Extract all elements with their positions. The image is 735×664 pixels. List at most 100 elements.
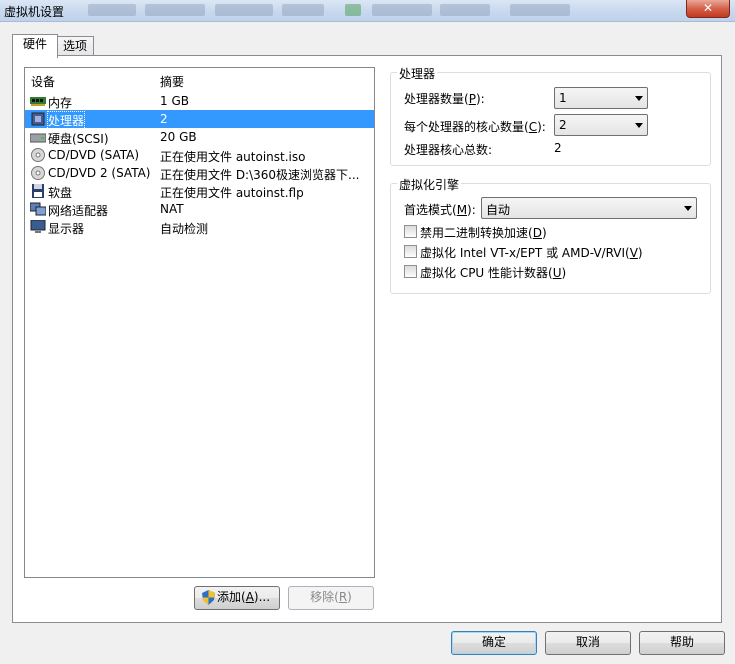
chevron-down-icon	[635, 96, 643, 101]
background-taskbar-blur	[345, 4, 361, 16]
help-button[interactable]: 帮助	[639, 631, 725, 655]
device-name: 内存	[48, 96, 73, 110]
processor-count-label: 处理器数量(P):	[404, 90, 485, 107]
processor-count-select[interactable]: 1	[554, 87, 648, 109]
device-name: 显示器	[48, 222, 85, 236]
chevron-down-icon	[635, 123, 643, 128]
option-label-text: 虚拟化 CPU 性能计数器(	[420, 266, 553, 280]
cores-per-processor-label-text: 每个处理器的核心数量(	[404, 120, 529, 134]
remove-label: 移除(R)	[310, 590, 352, 604]
add-label-suffix: )...	[253, 590, 271, 604]
background-taskbar-blur	[510, 4, 570, 16]
virtualize-cpu-counters-checkbox[interactable]	[404, 265, 417, 278]
background-taskbar-blur	[145, 4, 205, 16]
title-bar: 虚拟机设置 ✕	[0, 0, 735, 22]
total-cores-value: 2	[554, 141, 562, 155]
option-label-suffix: )	[561, 266, 567, 280]
background-taskbar-blur	[440, 4, 490, 16]
column-header-device[interactable]: 设备	[31, 73, 55, 90]
memory-icon	[30, 97, 46, 106]
cores-accel-key: C	[528, 120, 538, 134]
cores-per-processor-label: 每个处理器的核心数量(C):	[404, 118, 546, 135]
close-button[interactable]: ✕	[686, 0, 730, 18]
add-label: 添加(A)...	[217, 587, 270, 608]
device-list[interactable]: 设备 摘要 内存 1 GB 处理器 2 硬盘(SCSI) 20 GB CD/DV…	[24, 67, 375, 578]
cores-per-processor-label-suffix: ):	[537, 120, 546, 134]
device-summary: 正在使用文件 autoinst.flp	[160, 186, 304, 200]
remove-label-text: 移除(	[310, 590, 339, 604]
window-title: 虚拟机设置	[4, 5, 65, 19]
device-name: 硬盘(SCSI)	[48, 132, 109, 146]
background-taskbar-blur	[88, 4, 136, 16]
device-name: 网络适配器	[48, 204, 109, 218]
cd-dvd-icon	[31, 166, 45, 180]
device-list-header: 设备 摘要	[25, 68, 374, 90]
device-name: 软盘	[48, 186, 73, 200]
device-summary: 正在使用文件 D:\360极速浏览器下...	[160, 168, 360, 182]
device-row-memory[interactable]: 内存 1 GB	[25, 92, 374, 110]
virtualize-cpu-counters-label[interactable]: 虚拟化 CPU 性能计数器(U)	[420, 264, 566, 281]
floppy-icon	[32, 184, 44, 198]
virtualize-vtx-label[interactable]: 虚拟化 Intel VT-x/EPT 或 AMD-V/RVI(V)	[420, 244, 643, 261]
processor-group-title: 处理器	[397, 65, 438, 82]
device-name: CD/DVD 2 (SATA)	[48, 166, 151, 180]
tab-options[interactable]: 选项	[56, 36, 94, 57]
preferred-mode-value: 自动	[486, 203, 511, 217]
device-summary: 正在使用文件 autoinst.iso	[160, 150, 306, 164]
processor-count-accel-key: P	[468, 92, 476, 106]
tab-hardware[interactable]: 硬件	[12, 34, 58, 58]
device-summary: NAT	[160, 202, 184, 216]
device-name: 处理器	[46, 111, 86, 130]
preferred-mode-accel-key: M	[456, 203, 468, 217]
device-summary: 20 GB	[160, 130, 197, 144]
virtualization-engine-group-title: 虚拟化引擎	[397, 176, 462, 193]
device-row-cd-dvd[interactable]: CD/DVD (SATA) 正在使用文件 autoinst.iso	[25, 146, 374, 164]
add-label-text: 添加(	[217, 590, 246, 604]
display-icon	[30, 220, 46, 233]
device-row-display[interactable]: 显示器 自动检测	[25, 218, 374, 236]
device-row-network-adapter[interactable]: 网络适配器 NAT	[25, 200, 374, 218]
option-label-suffix: )	[637, 246, 643, 260]
preferred-mode-label: 首选模式(M):	[404, 201, 476, 218]
remove-label-suffix: )	[347, 590, 352, 604]
chevron-down-icon	[684, 206, 692, 211]
shield-icon	[202, 590, 215, 605]
device-row-cd-dvd-2[interactable]: CD/DVD 2 (SATA) 正在使用文件 D:\360极速浏览器下...	[25, 164, 374, 182]
hard-disk-icon	[30, 133, 46, 143]
background-taskbar-blur	[215, 4, 273, 16]
total-cores-label: 处理器核心总数:	[404, 143, 493, 157]
column-header-summary[interactable]: 摘要	[160, 73, 184, 90]
cores-per-processor-select[interactable]: 2	[554, 114, 648, 136]
help-label: 帮助	[669, 635, 694, 649]
preferred-mode-select[interactable]: 自动	[481, 197, 697, 219]
device-summary: 自动检测	[160, 222, 209, 236]
preferred-mode-label-suffix: ):	[467, 203, 476, 217]
background-taskbar-blur	[372, 4, 432, 16]
device-summary: 2	[160, 112, 168, 126]
cancel-label: 取消	[575, 635, 600, 649]
remove-device-button[interactable]: 移除(R)	[288, 586, 374, 610]
background-taskbar-blur	[282, 4, 324, 16]
add-accel-key: A	[245, 590, 254, 604]
processor-count-label-suffix: ):	[475, 92, 485, 106]
add-device-button[interactable]: 添加(A)...	[194, 586, 280, 610]
device-row-hard-disk[interactable]: 硬盘(SCSI) 20 GB	[25, 128, 374, 146]
ok-label: 确定	[481, 635, 506, 649]
device-row-processor[interactable]: 处理器 2	[25, 110, 374, 130]
close-icon: ✕	[702, 1, 714, 15]
cancel-button[interactable]: 取消	[545, 631, 631, 655]
disable-binary-translation-label[interactable]: 禁用二进制转换加速(D)	[420, 224, 547, 241]
ok-button[interactable]: 确定	[451, 631, 537, 655]
network-adapter-icon	[30, 202, 46, 216]
device-summary: 1 GB	[160, 94, 189, 108]
cores-per-processor-value: 2	[559, 118, 567, 132]
option-label-text: 虚拟化 Intel VT-x/EPT 或 AMD-V/RVI(	[420, 246, 630, 260]
device-row-floppy[interactable]: 软盘 正在使用文件 autoinst.flp	[25, 182, 374, 200]
option-label-text: 禁用二进制转换加速(	[420, 226, 533, 240]
option-label-suffix: )	[541, 226, 547, 240]
processor-icon	[31, 112, 45, 126]
disable-binary-translation-checkbox[interactable]	[404, 225, 417, 238]
virtualize-vtx-checkbox[interactable]	[404, 245, 417, 258]
processor-count-label-text: 处理器数量(	[404, 92, 469, 106]
device-name: CD/DVD (SATA)	[48, 148, 140, 162]
